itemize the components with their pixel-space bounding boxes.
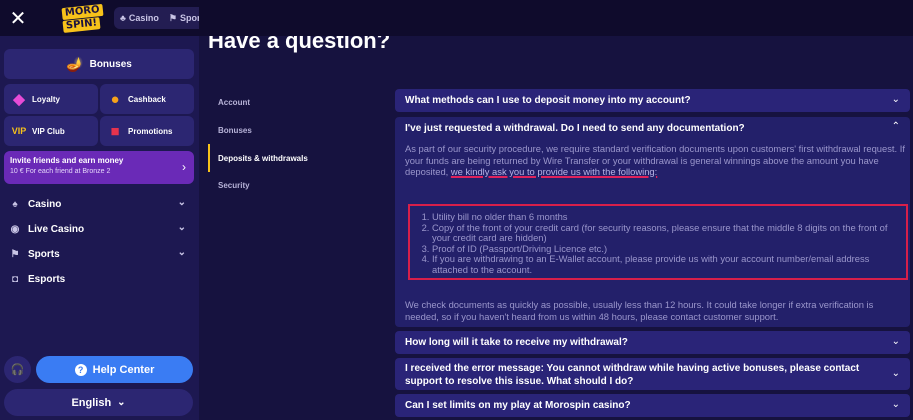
tile-cashback-label: Cashback [128, 94, 166, 104]
balance-pill[interactable]: 0.00 € ⊕ ▾ [787, 7, 855, 29]
genie-lamp-icon: 🪔 [66, 55, 84, 72]
top-nav-sports[interactable]: ⚑ Sports [169, 13, 209, 24]
tile-loyalty-label: Loyalty [32, 94, 61, 104]
active-indicator [208, 144, 210, 172]
tile-promotions[interactable]: ■ Promotions [100, 116, 194, 146]
search-icon[interactable] [762, 9, 780, 27]
chevron-down-icon: ⌄ [177, 197, 186, 208]
help-center-button[interactable]: ? Help Center [36, 356, 193, 383]
top-nav-casino-label: Casino [128, 13, 159, 23]
faq-question: What methods can I use to deposit money … [405, 95, 691, 106]
live-icon: ◉ [10, 223, 20, 235]
vip-crown-icon: VIP [11, 126, 27, 136]
faq-item[interactable]: Can I set limits on my play at Morospin … [395, 394, 910, 417]
tile-vip-label: VIP Club [32, 126, 65, 136]
chevron-down-icon: ⌄ [177, 247, 186, 258]
balance-amount: 0.00 € [795, 13, 821, 23]
menu-item-esports[interactable]: ◘ Esports [4, 267, 194, 291]
invite-title: Invite friends and earn money [10, 156, 124, 165]
top-right-controls: 0.00 € ⊕ ▾ ☺ + [762, 0, 913, 36]
avatar[interactable]: ☺ [863, 7, 885, 29]
faq-item[interactable]: How long will it take to receive my with… [395, 331, 910, 354]
tile-vip[interactable]: VIP VIP Club [4, 116, 98, 146]
menu-item-esports-label: Esports [28, 273, 66, 285]
chevron-down-icon: ⌄ [891, 399, 900, 410]
faq-answer-intro: As part of our security procedure, we re… [405, 143, 905, 178]
faq-item[interactable]: What methods can I use to deposit money … [395, 89, 910, 112]
menu-item-casino[interactable]: ♠ Casino ⌄ [4, 192, 194, 216]
tile-loyalty[interactable]: ◆ Loyalty [4, 84, 98, 114]
logo[interactable]: MORO SPIN! [58, 3, 106, 33]
sports-icon: ⚑ [10, 248, 20, 260]
close-icon[interactable]: ✕ [0, 0, 36, 36]
chevron-up-icon[interactable]: ⌃ [892, 121, 900, 132]
chevron-right-icon: › [182, 160, 186, 174]
casino-icon: ♠ [12, 198, 18, 210]
tile-cashback[interactable]: ● Cashback [100, 84, 194, 114]
gamepad-icon: ◘ [11, 273, 19, 285]
menu-item-sports[interactable]: ⚑ Sports ⌄ [4, 242, 194, 266]
faq-item[interactable]: I received the error message: You cannot… [395, 358, 910, 390]
gem-icon: ◆ [13, 91, 25, 108]
tile-promotions-label: Promotions [128, 126, 173, 136]
document-item: If you are withdrawing to an E-Wallet ac… [432, 253, 906, 275]
currency-selector[interactable]: ⊕ ▾ [826, 10, 851, 26]
question-icon: ? [74, 363, 87, 376]
flag-icon: ⚑ [168, 12, 177, 23]
page-title: Have a question? [208, 28, 391, 53]
category-bonuses[interactable]: Bonuses [218, 126, 252, 135]
chevron-down-icon: ⌄ [177, 222, 186, 233]
document-item: Copy of the front of your credit card (f… [432, 222, 906, 244]
invite-subtitle: 10 € For each friend at Bronze 2 [10, 168, 111, 175]
deposit-button[interactable]: + [893, 7, 913, 29]
globe-icon: ⊕ [831, 12, 840, 23]
sidebar: 🪔 Bonuses ◆ Loyalty ● Cashback VIP VIP C… [0, 36, 199, 420]
help-center-label: Help Center [92, 363, 155, 376]
faq-question: I received the error message: You cannot… [405, 363, 860, 387]
category-deposits-withdrawals[interactable]: Deposits & withdrawals [218, 154, 308, 163]
faq-question: Can I set limits on my play at Morospin … [405, 400, 631, 411]
chevron-down-icon: ⌄ [117, 397, 126, 408]
gift-icon: ■ [110, 122, 120, 140]
menu-item-sports-label: Sports [28, 248, 60, 260]
faq-answer-outro: We check documents as quickly as possibl… [405, 299, 874, 322]
documents-list-box: Utility bill no older than 6 months Copy… [408, 204, 908, 280]
coin-bag-icon: ● [110, 90, 120, 108]
language-label: English [71, 396, 112, 409]
language-selector[interactable]: English ⌄ [4, 389, 193, 416]
answer-highlight-text: we kindly ask you to provide us with the… [450, 166, 658, 177]
faq-question[interactable]: I've just requested a withdrawal. Do I n… [405, 122, 745, 135]
top-bar: ✕ MORO SPIN! ♣ Casino ⚑ Sports 0.00 € ⊕ … [0, 0, 913, 36]
cards-icon: ♣ [120, 13, 126, 23]
category-security[interactable]: Security [218, 181, 250, 190]
headset-icon[interactable]: 🎧 [4, 356, 31, 383]
bonuses-card[interactable]: 🪔 Bonuses [4, 49, 194, 79]
top-nav-sports-label: Sports [180, 13, 209, 23]
top-nav-casino[interactable]: ♣ Casino [120, 13, 159, 23]
chevron-down-icon: ⌄ [891, 336, 900, 347]
invite-banner[interactable]: Invite friends and earn money 10 € For e… [4, 151, 194, 184]
menu-item-live-casino-label: Live Casino [28, 223, 85, 235]
menu-item-casino-label: Casino [28, 198, 62, 210]
chevron-down-icon: ▾ [841, 12, 846, 23]
documents-list: Utility bill no older than 6 months Copy… [420, 211, 906, 275]
chevron-down-icon: ⌄ [891, 94, 900, 105]
chevron-down-icon: ⌄ [891, 368, 900, 379]
document-item: Utility bill no older than 6 months [432, 211, 906, 223]
top-nav: ♣ Casino ⚑ Sports [114, 7, 215, 29]
category-account[interactable]: Account [218, 98, 250, 107]
menu-item-live-casino[interactable]: ◉ Live Casino ⌄ [4, 217, 194, 241]
faq-question: How long will it take to receive my with… [405, 337, 628, 348]
bonuses-label: Bonuses [89, 58, 132, 70]
